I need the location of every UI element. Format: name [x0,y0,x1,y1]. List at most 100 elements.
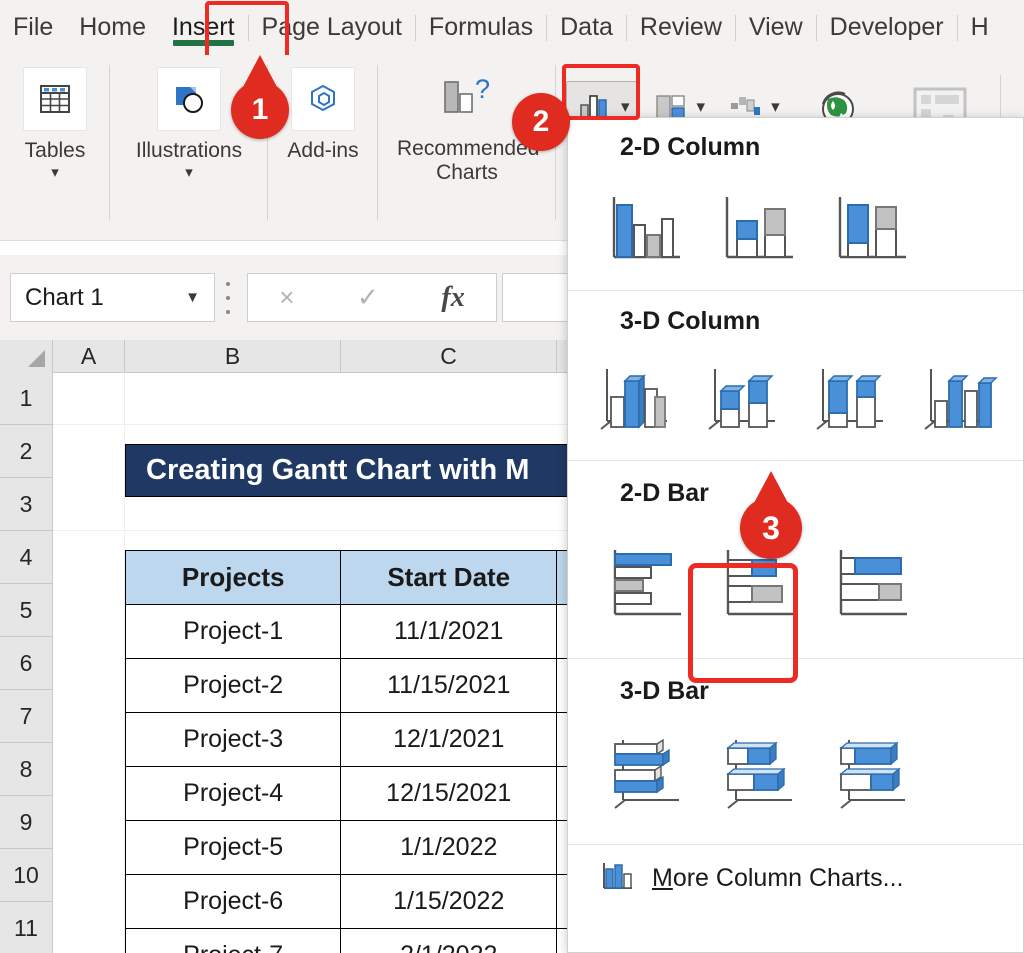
addins-button[interactable]: Add-ins [287,55,359,163]
tab-file[interactable]: File [0,0,66,55]
recommended-charts-label: Recommended Charts [397,137,540,184]
ribbon-group-tables: Tables ▾ [0,55,110,240]
cell-project[interactable]: Project-6 [124,874,342,929]
name-box-value: Chart 1 [25,283,104,311]
illustrations-button[interactable]: Illustrations ▾ [136,55,242,180]
row-header-3[interactable]: 3 [0,478,52,531]
row-header-2[interactable]: 2 [0,425,52,478]
insert-function-icon[interactable]: fx [441,282,464,314]
tab-insert-underline [172,40,234,46]
3d-stacked-bar-icon[interactable] [703,728,816,822]
tab-developer-label: Developer [829,13,944,41]
3d-clustered-column-icon[interactable] [582,356,690,444]
tab-view-label: View [748,13,803,41]
data-table: Projects Start Date Project-1 11/1/2021 … [124,550,570,953]
section-title-2d-bar: 2-D Bar [620,479,709,507]
table-row[interactable]: Project-1 11/1/2021 [124,604,570,659]
stacked-column-icon[interactable] [703,184,816,274]
100-stacked-bar-icon[interactable] [816,534,929,634]
row-header-column: 1 2 3 4 5 6 7 8 9 10 11 [0,372,53,953]
tab-help[interactable]: H [958,0,1002,55]
clustered-bar-icon[interactable] [590,534,703,634]
column-header-c[interactable]: C [341,340,557,372]
tab-help-label: H [970,13,989,41]
clustered-column-icon[interactable] [590,184,703,274]
formula-action-buttons: × ✓ fx [247,273,497,322]
row-header-5[interactable]: 5 [0,584,52,637]
formula-input[interactable] [502,273,572,322]
table-row[interactable]: Project-3 12/1/2021 [124,712,570,767]
table-row[interactable]: Project-7 2/1/2022 [124,928,570,953]
illustrations-label: Illustrations [135,139,243,162]
cell-project[interactable]: Project-2 [124,658,342,713]
cell-start-date[interactable]: 1/1/2022 [340,820,558,875]
column-header-b[interactable]: B [125,340,341,372]
spreadsheet-grid: A B C 1 2 3 4 5 6 7 8 9 10 11 Creating G… [0,340,570,953]
cell-project[interactable]: Project-1 [124,604,342,659]
cell-start-date[interactable]: 1/15/2022 [340,874,558,929]
3d-100-stacked-column-icon[interactable] [798,356,906,444]
cell-start-date[interactable]: 11/1/2021 [340,604,558,659]
row-header-10[interactable]: 10 [0,849,52,902]
tab-insert[interactable]: Insert [159,0,248,55]
title-cell-b2[interactable]: Creating Gantt Chart with M [125,444,570,497]
tables-button[interactable]: Tables ▾ [23,55,87,180]
row-header-7[interactable]: 7 [0,690,52,743]
3d-clustered-bar-icon[interactable] [590,728,703,822]
row-header-11[interactable]: 11 [0,902,52,953]
cancel-icon[interactable]: × [279,282,294,313]
table-row[interactable]: Project-2 11/15/2021 [124,658,570,713]
row-header-6[interactable]: 6 [0,637,52,690]
cell-start-date[interactable]: 12/1/2021 [340,712,558,767]
recommended-charts-icon: ? [436,67,498,129]
tab-formulas[interactable]: Formulas [416,0,546,55]
tab-page-layout[interactable]: Page Layout [249,0,415,55]
cell-project[interactable]: Project-4 [124,766,342,821]
section-title-3d-column: 3-D Column [620,307,761,335]
3d-100-stacked-bar-icon[interactable] [816,728,929,822]
chevron-down-icon[interactable]: ▾ [51,165,59,180]
enter-icon[interactable]: ✓ [357,282,379,313]
cell-project[interactable]: Project-5 [124,820,342,875]
more-column-charts-item[interactable]: More Column Charts... [568,845,1023,911]
table-row[interactable]: Project-4 12/15/2021 [124,766,570,821]
table-row[interactable]: Project-5 1/1/2022 [124,820,570,875]
tab-view[interactable]: View [736,0,816,55]
chevron-down-icon[interactable]: ▾ [697,97,706,117]
table-row[interactable]: Project-6 1/15/2022 [124,874,570,929]
tab-developer[interactable]: Developer [817,0,957,55]
cell-project[interactable]: Project-3 [124,712,342,767]
annotation-marker-1: 1 [231,81,289,139]
section-title-3d-bar: 3-D Bar [620,677,709,705]
cell-area: Creating Gantt Chart with M Projects Sta… [53,372,570,953]
chevron-down-icon[interactable]: ▾ [621,97,630,117]
3d-column-icon[interactable] [906,356,1014,444]
tab-file-label: File [13,13,54,41]
3d-stacked-column-icon[interactable] [690,356,798,444]
cell-project[interactable]: Project-7 [124,928,342,953]
row-header-4[interactable]: 4 [0,531,52,584]
column-header-row: A B C [0,340,570,373]
ribbon-tab-bar: File Home Insert Page Layout Formulas Da… [0,0,1024,55]
chevron-down-icon[interactable]: ▾ [771,97,780,117]
column-header-a[interactable]: A [53,340,125,372]
tab-page-layout-label: Page Layout [261,13,402,41]
select-all-corner[interactable] [0,340,53,372]
cell-start-date[interactable]: 11/15/2021 [340,658,558,713]
row-header-8[interactable]: 8 [0,743,52,796]
formula-bar-grip[interactable] [225,282,230,314]
annotation-marker-3: 3 [740,497,802,559]
row-header-9[interactable]: 9 [0,796,52,849]
cell-start-date[interactable]: 2/1/2022 [340,928,558,953]
tab-home[interactable]: Home [66,0,159,55]
header-start-date: Start Date [340,550,558,605]
cell-start-date[interactable]: 12/15/2021 [340,766,558,821]
name-box[interactable]: Chart 1 ▼ [10,273,215,322]
tab-review[interactable]: Review [627,0,735,55]
tab-data[interactable]: Data [547,0,626,55]
row-header-1[interactable]: 1 [0,372,52,425]
addins-icon [290,67,355,131]
100-stacked-column-icon[interactable] [816,184,929,274]
chevron-down-icon[interactable]: ▼ [185,289,214,306]
chevron-down-icon[interactable]: ▾ [185,165,193,180]
